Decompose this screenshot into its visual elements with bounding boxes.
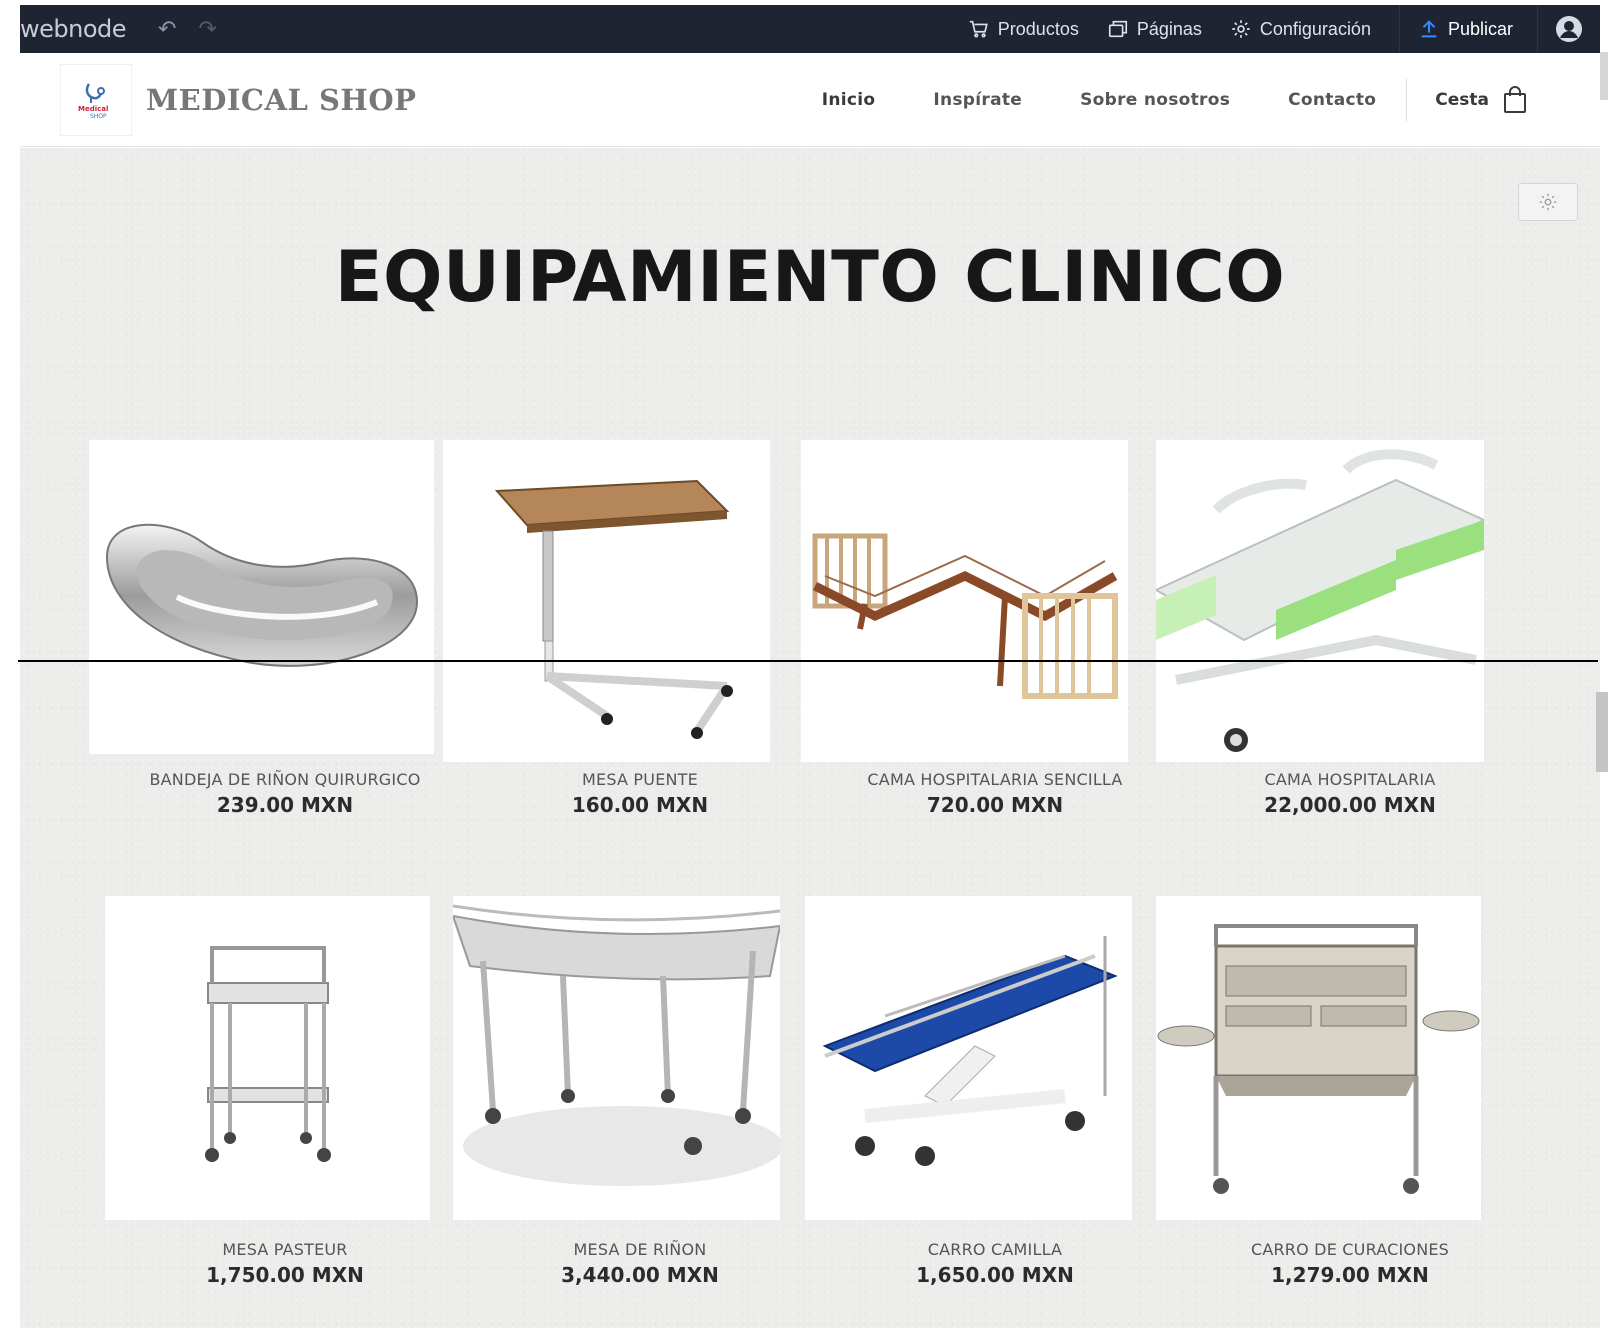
product-price: 160.00 MXN [571,793,709,817]
site-logo[interactable]: Medical SHOP [60,63,132,136]
shopping-bag-icon [1504,85,1526,113]
settings-menu-button[interactable]: Configuración [1230,18,1371,40]
product-card[interactable]: MESA PASTEUR 1,750.00 MXN [105,896,465,1287]
product-price: 1,279.00 MXN [1271,1263,1429,1287]
scrollbar-thumb[interactable] [1596,692,1608,772]
product-name[interactable]: CARRO CAMILLA [815,1240,1175,1259]
svg-text:Medical: Medical [78,105,108,113]
product-price: 1,650.00 MXN [916,1263,1074,1287]
kidney-tray-image[interactable] [89,440,434,754]
product-price: 720.00 MXN [926,793,1064,817]
product-price: 3,440.00 MXN [561,1263,719,1287]
product-card[interactable]: CAMA HOSPITALARIA 22,000.00 MXN [1156,440,1530,820]
product-name[interactable]: CARRO DE CURACIONES [1170,1240,1530,1259]
svg-text:SHOP: SHOP [90,113,107,120]
products-menu-label: Productos [997,18,1079,39]
alignment-guide-line [18,660,1598,662]
pages-menu-label: Páginas [1136,18,1202,39]
products-menu-button[interactable]: Productos [968,18,1079,40]
publish-button[interactable]: Publicar [1398,5,1538,53]
site-title[interactable]: MEDICAL SHOP [146,83,416,117]
nav-item-inspirate[interactable]: Inspírate [933,90,1022,110]
settings-menu-label: Configuración [1259,18,1371,39]
nav-item-contacto[interactable]: Contacto [1288,90,1376,110]
undo-icon[interactable]: ↶ [158,16,176,42]
product-name[interactable]: MESA PASTEUR [105,1240,465,1259]
overbed-table-image[interactable] [443,440,770,762]
kidney-table-image[interactable] [453,896,780,1220]
product-card[interactable]: CARRO DE CURACIONES 1,279.00 MXN [1156,896,1530,1287]
product-price: 22,000.00 MXN [1264,793,1436,817]
publish-label: Publicar [1447,18,1513,39]
product-name[interactable]: CAMA HOSPITALARIA SENCILLA [815,770,1175,789]
nav-item-inicio[interactable]: Inicio [822,90,876,110]
product-card[interactable]: CAMA HOSPITALARIA SENCILLA 720.00 MXN [801,440,1175,820]
product-section: EQUIPAMIENTO CLINICO BANDEJA DE RIÑON QU… [20,148,1600,1328]
stretcher-cart-image[interactable] [805,896,1132,1220]
cart-icon [969,20,988,38]
main-navigation: Inicio Inspírate Sobre nosotros Contacto… [764,53,1527,146]
product-name[interactable]: MESA DE RIÑON [460,1240,820,1259]
product-name[interactable]: CAMA HOSPITALARIA [1170,770,1530,789]
pasteur-table-image[interactable] [105,896,430,1220]
product-card[interactable]: MESA PUENTE 160.00 MXN [443,440,820,820]
pages-menu-button[interactable]: Páginas [1107,18,1202,40]
product-grid: BANDEJA DE RIÑON QUIRURGICO 239.00 MXN M… [20,148,1600,1328]
dressing-cart-image[interactable] [1156,896,1481,1220]
editor-brand-logo[interactable]: webnode [20,15,128,43]
user-avatar-icon [1556,16,1582,42]
pages-icon [1108,20,1127,38]
user-account-button[interactable] [1538,15,1600,43]
stethoscope-logo-icon: Medical SHOP [78,82,108,120]
gear-icon [1232,20,1250,38]
nav-divider [1406,78,1408,121]
product-card[interactable]: MESA DE RIÑON 3,440.00 MXN [453,896,820,1287]
nav-item-sobre-nosotros[interactable]: Sobre nosotros [1080,90,1230,110]
product-name[interactable]: BANDEJA DE RIÑON QUIRURGICO [105,770,465,789]
hospital-bed-image[interactable] [1156,440,1484,762]
product-card[interactable]: BANDEJA DE RIÑON QUIRURGICO 239.00 MXN [89,440,465,820]
product-card[interactable]: CARRO CAMILLA 1,650.00 MXN [805,896,1175,1287]
product-price: 239.00 MXN [216,793,354,817]
site-header: Medical SHOP MEDICAL SHOP Inicio Inspíra… [20,53,1600,147]
scrollbar-top-thumb[interactable] [1600,52,1608,100]
cart-button[interactable]: Cesta [1435,85,1527,114]
redo-icon[interactable]: ↷ [198,16,216,42]
cart-label: Cesta [1435,89,1489,110]
editor-toolbar: webnode ↶ ↷ Productos Páginas Configurac… [20,5,1600,53]
simple-hospital-bed-image[interactable] [801,440,1128,762]
product-price: 1,750.00 MXN [206,1263,364,1287]
upload-icon [1421,20,1437,38]
product-name[interactable]: MESA PUENTE [460,770,820,789]
